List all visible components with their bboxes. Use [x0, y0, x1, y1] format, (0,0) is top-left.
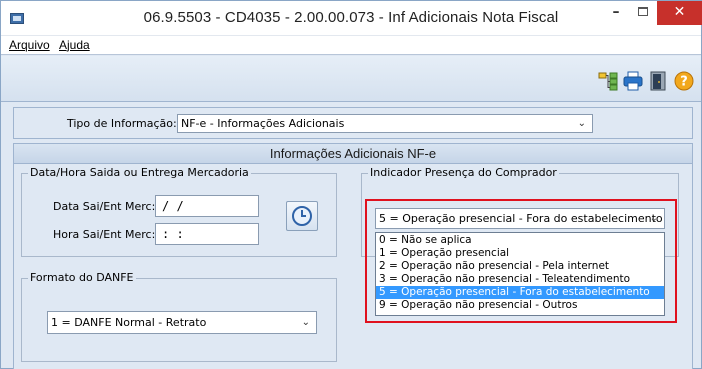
- clock-icon: [292, 206, 312, 226]
- data-sai-ent-input[interactable]: / /: [155, 195, 259, 217]
- panel-header: Informações Adicionais NF-e: [14, 144, 692, 164]
- svg-text:?: ?: [680, 75, 688, 90]
- app-window: 06.9.5503 - CD4035 - 2.00.00.073 - Inf A…: [0, 0, 702, 369]
- exit-door-icon[interactable]: [648, 71, 668, 91]
- help-icon[interactable]: ?: [674, 71, 694, 91]
- data-hora-legend: Data/Hora Saida ou Entrega Mercadoria: [28, 166, 251, 179]
- indicador-presenca-dropdown: 0 = Não se aplica 1 = Operação presencia…: [375, 232, 665, 316]
- indicador-presenca-legend: Indicador Presença do Comprador: [368, 166, 559, 179]
- close-button[interactable]: ✕: [657, 1, 702, 25]
- toolbar: ?: [1, 56, 701, 102]
- window-title: 06.9.5503 - CD4035 - 2.00.00.073 - Inf A…: [143, 9, 559, 26]
- menu-bar: Arquivo Ajuda: [1, 36, 701, 55]
- dropdown-option[interactable]: 9 = Operação não presencial - Outros: [376, 299, 664, 312]
- printer-icon[interactable]: [623, 71, 643, 91]
- formato-danfe-legend: Formato do DANFE: [28, 271, 136, 284]
- tipo-informacao-select[interactable]: NF-e - Informações Adicionais ⌄: [177, 114, 593, 133]
- dropdown-option[interactable]: 1 = Operação presencial: [376, 247, 664, 260]
- maximize-button[interactable]: [630, 1, 656, 25]
- menu-ajuda[interactable]: Ajuda: [59, 38, 90, 52]
- indicador-presenca-value: 5 = Operação presencial - Fora do estabe…: [379, 212, 663, 225]
- title-bar: 06.9.5503 - CD4035 - 2.00.00.073 - Inf A…: [1, 1, 702, 36]
- menu-arquivo[interactable]: Arquivo: [9, 38, 50, 52]
- maximize-icon: [638, 7, 648, 16]
- dropdown-option[interactable]: 2 = Operação não presencial - Pela inter…: [376, 260, 664, 273]
- chevron-down-icon: ⌄: [577, 118, 586, 129]
- chevron-down-icon: ⌄: [301, 317, 310, 328]
- dropdown-option[interactable]: 0 = Não se aplica: [376, 234, 664, 247]
- hora-label: Hora Sai/Ent Merc:: [53, 228, 156, 241]
- hora-sai-ent-input[interactable]: : :: [155, 223, 259, 245]
- tipo-informacao-value: NF-e - Informações Adicionais: [181, 117, 345, 130]
- indicador-presenca-select[interactable]: 5 = Operação presencial - Fora do estabe…: [375, 208, 665, 229]
- data-label: Data Sai/Ent Merc:: [53, 200, 156, 213]
- formato-danfe-value: 1 = DANFE Normal - Retrato: [51, 316, 207, 329]
- tipo-informacao-label: Tipo de Informação:: [67, 117, 177, 130]
- tipo-informacao-panel: Tipo de Informação: NF-e - Informações A…: [13, 107, 693, 139]
- dropdown-option-selected[interactable]: 5 = Operação presencial - Fora do estabe…: [376, 286, 664, 299]
- chevron-down-icon: ⌄: [649, 213, 658, 224]
- tree-structure-icon[interactable]: [598, 71, 618, 91]
- formato-danfe-select[interactable]: 1 = DANFE Normal - Retrato ⌄: [47, 311, 317, 334]
- minimize-button[interactable]: –: [603, 1, 629, 25]
- clock-button[interactable]: [286, 201, 318, 231]
- dropdown-option[interactable]: 3 = Operação não presencial - Teleatendi…: [376, 273, 664, 286]
